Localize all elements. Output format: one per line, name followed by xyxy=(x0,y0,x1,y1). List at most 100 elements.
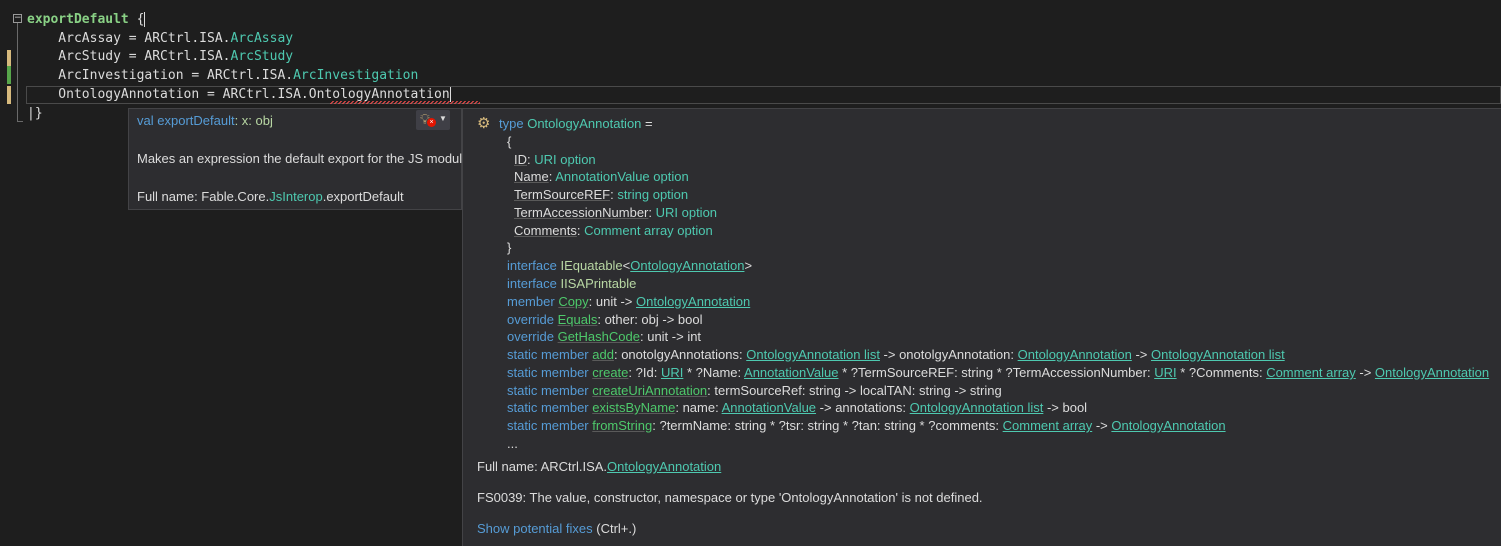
keyword: override xyxy=(507,312,554,327)
full-name-link[interactable]: JsInterop xyxy=(269,189,322,204)
member-name[interactable]: createUriAnnotation xyxy=(592,383,707,398)
member-name[interactable]: add xyxy=(592,347,614,362)
text-caret xyxy=(449,87,451,102)
type-link[interactable]: Comment array xyxy=(1266,365,1356,380)
change-marker xyxy=(7,50,11,66)
member-name[interactable]: Equals xyxy=(558,312,598,327)
full-name-prefix: Full name: ARCtrl.ISA. xyxy=(477,459,608,474)
code-line-6: |} xyxy=(27,105,43,123)
record-field: ID: URI option xyxy=(514,152,596,167)
close-brace: } xyxy=(507,240,512,255)
member-signature: -> xyxy=(1131,347,1151,362)
undefined-type-name: OntologyAnnotation xyxy=(308,87,450,102)
field-name[interactable]: Comments xyxy=(514,223,577,238)
member-signature: * ?Name: xyxy=(683,365,745,380)
type-link[interactable]: OntologyAnnotation xyxy=(630,258,744,273)
type-link[interactable]: OntologyAnnotation xyxy=(1375,365,1489,380)
full-name-link[interactable]: OntologyAnnotation xyxy=(607,459,721,474)
chevron-down-icon: ▼ xyxy=(439,114,447,123)
member-signature: : unit -> xyxy=(588,294,636,309)
type-link[interactable]: OntologyAnnotation xyxy=(1111,418,1225,433)
type-link[interactable]: OntologyAnnotation xyxy=(636,294,750,309)
interface-name: IEquatable xyxy=(560,258,623,273)
code-line-3: ArcStudy = ARCtrl.ISA.ArcStudy xyxy=(27,48,293,66)
interface-name: IISAPrintable xyxy=(560,276,637,291)
type-link[interactable]: AnnotationValue xyxy=(744,365,838,380)
quick-info-popup: val exportDefault: x: obj 💡︎ × ▼ Makes a… xyxy=(128,108,462,210)
record-field: TermSourceREF: string option xyxy=(514,187,689,202)
type-name: ArcAssay xyxy=(230,31,294,46)
potential-fixes: Show potential fixes (Ctrl+.) xyxy=(477,520,636,538)
member-line: override GetHashCode: unit -> int xyxy=(507,328,701,346)
type-link[interactable]: OntologyAnnotation list xyxy=(910,400,1044,415)
member-signature: -> onotolgyAnnotation: xyxy=(879,347,1018,362)
type-name: ArcStudy xyxy=(230,49,294,64)
full-name: Full name: Fable.Core.JsInterop.exportDe… xyxy=(137,189,404,204)
field-name[interactable]: TermSourceREF xyxy=(514,187,610,202)
field-type: string option xyxy=(617,187,689,202)
show-potential-fixes-link[interactable]: Show potential fixes xyxy=(477,521,593,536)
field-name[interactable]: Name xyxy=(514,169,549,184)
keyword: static member xyxy=(507,418,589,433)
member-signature: : onotolgyAnnotations: xyxy=(613,347,747,362)
type-link[interactable]: OntologyAnnotation list xyxy=(746,347,880,362)
field-name[interactable]: TermAccessionNumber xyxy=(514,205,648,220)
code-text: |} xyxy=(27,106,43,121)
keyword: val xyxy=(137,113,154,128)
fold-guide xyxy=(17,23,18,122)
code-text: ArcInvestigation = ARCtrl.ISA. xyxy=(27,68,294,83)
static-member-line: static member createUriAnnotation: termS… xyxy=(507,382,1002,400)
code-line-4: ArcInvestigation = ARCtrl.ISA.ArcInvesti… xyxy=(27,67,418,85)
full-name-suffix: .exportDefault xyxy=(322,189,404,204)
record-field: TermAccessionNumber: URI option xyxy=(514,205,718,220)
field-type: URI option xyxy=(655,205,718,220)
open-brace: { xyxy=(507,134,512,149)
text-caret xyxy=(144,12,146,27)
keyword: interface xyxy=(507,276,557,291)
member-signature: -> bool xyxy=(1043,400,1088,415)
function-name: exportDefault xyxy=(27,12,129,27)
static-member-line: static member fromString: ?termName: str… xyxy=(507,417,1226,435)
keyword: interface xyxy=(507,258,557,273)
member-name[interactable]: create xyxy=(592,365,628,380)
keyword: static member xyxy=(507,400,589,415)
shortcut-hint: (Ctrl+.) xyxy=(592,521,637,536)
keyword: member xyxy=(507,294,555,309)
type-name: OntologyAnnotation xyxy=(527,116,642,131)
signature: val exportDefault: x: obj xyxy=(137,113,273,128)
type-link[interactable]: URI xyxy=(1154,365,1176,380)
field-type: Comment array option xyxy=(584,223,713,238)
type-link[interactable]: URI xyxy=(661,365,683,380)
type-link[interactable]: OntologyAnnotation xyxy=(1018,347,1132,362)
interface-line: interface IISAPrintable xyxy=(507,275,636,293)
type-link[interactable]: Comment array xyxy=(1003,418,1093,433)
full-name-prefix: Full name: Fable.Core. xyxy=(137,189,270,204)
record-field: Name: AnnotationValue option xyxy=(514,169,689,184)
equals: = xyxy=(641,116,653,131)
member-line: override Equals: other: obj -> bool xyxy=(507,311,703,329)
member-line: member Copy: unit -> OntologyAnnotation xyxy=(507,293,750,311)
signature-type: : x: obj xyxy=(234,113,273,128)
member-signature: * ?TermSourceREF: string * ?TermAccessio… xyxy=(838,365,1155,380)
member-signature: : termSourceRef: string -> localTAN: str… xyxy=(707,383,1002,398)
type-link[interactable]: AnnotationValue xyxy=(722,400,816,415)
member-name[interactable]: GetHashCode xyxy=(558,329,640,344)
member-name[interactable]: existsByName xyxy=(592,400,675,415)
type-link[interactable]: OntologyAnnotation list xyxy=(1151,347,1285,362)
keyword: type xyxy=(499,116,524,131)
quick-actions-button[interactable]: 💡︎ × ▼ xyxy=(416,110,450,130)
code-text: ArcStudy = ARCtrl.ISA. xyxy=(27,49,231,64)
field-name[interactable]: ID xyxy=(514,152,527,167)
record-field: Comments: Comment array option xyxy=(514,223,713,238)
keyword: static member xyxy=(507,347,589,362)
member-name[interactable]: Copy xyxy=(558,294,588,309)
static-member-line: static member create: ?Id: URI * ?Name: … xyxy=(507,364,1489,382)
member-name[interactable]: fromString xyxy=(592,418,652,433)
collapse-icon[interactable]: − xyxy=(13,14,22,23)
type-tooltip: ⚙︎ type OntologyAnnotation = { ID: URI o… xyxy=(462,108,1501,546)
member-signature: : name: xyxy=(675,400,722,415)
fold-guide-end xyxy=(17,121,23,122)
struct-icon: ⚙︎ xyxy=(477,115,491,132)
description: Makes an expression the default export f… xyxy=(137,151,462,166)
interface-line: interface IEquatable<OntologyAnnotation> xyxy=(507,258,753,273)
